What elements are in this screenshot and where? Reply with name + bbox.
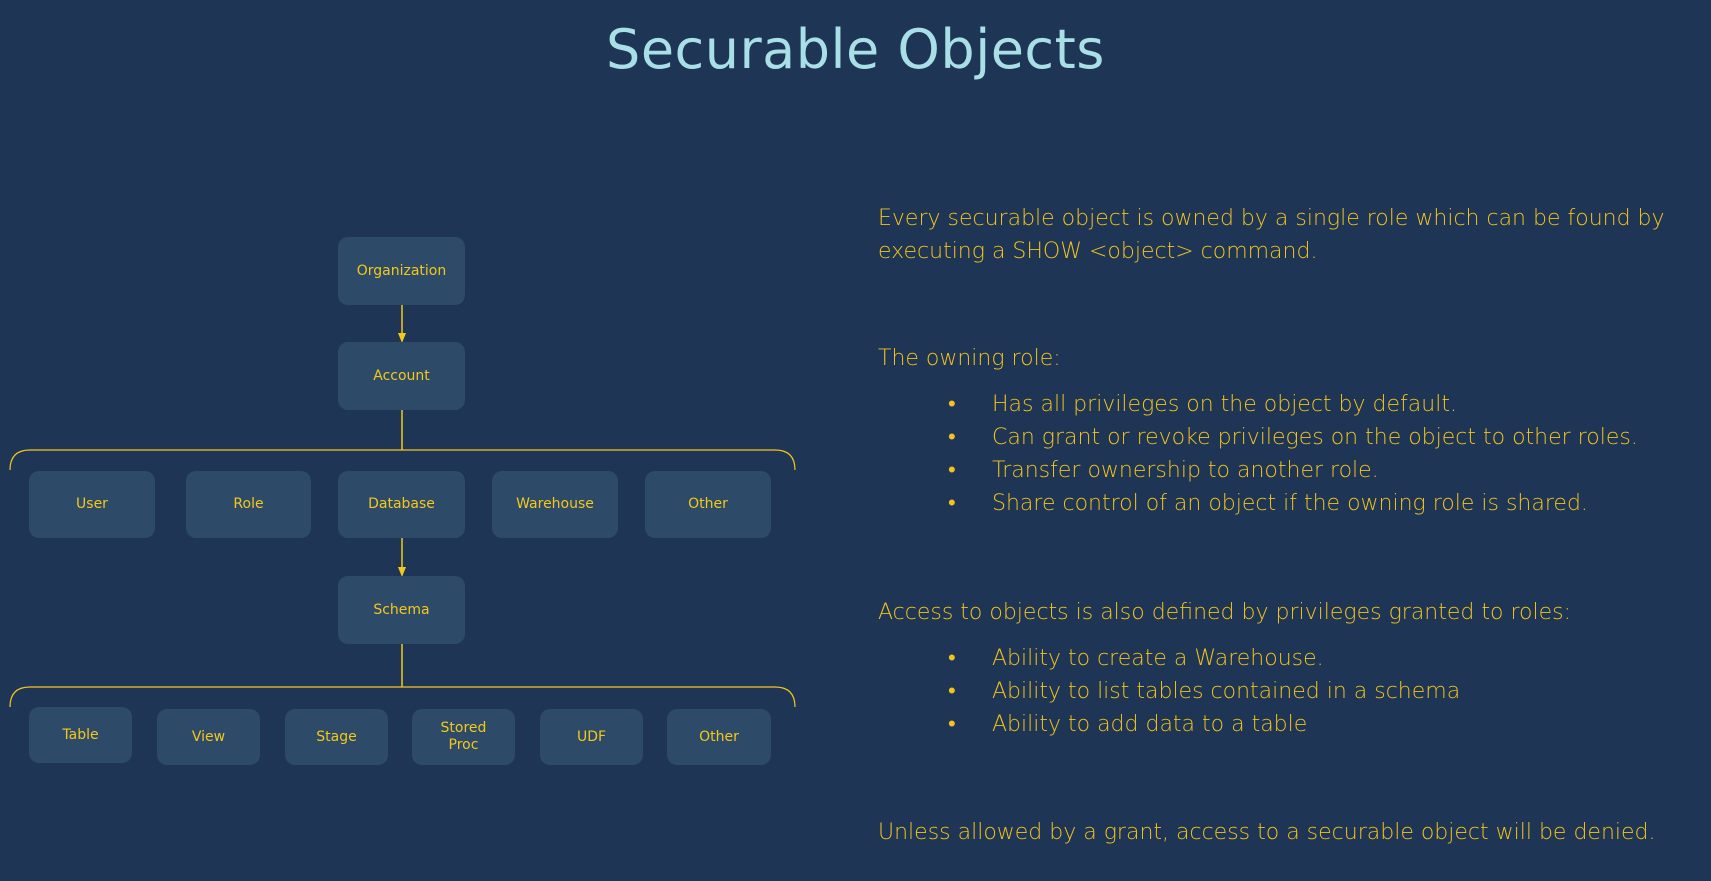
node-stored-proc: Stored Proc (412, 709, 515, 765)
node-database: Database (338, 471, 465, 538)
list-item: Share control of an object if the owning… (878, 487, 1638, 520)
list-item: Transfer ownership to another role. (878, 454, 1638, 487)
node-table: Table (29, 707, 132, 763)
owning-role-heading: The owning role: (878, 346, 1061, 371)
access-list: Ability to create a Warehouse. Ability t… (878, 642, 1460, 741)
list-item: Ability to create a Warehouse. (878, 642, 1460, 675)
description-panel: Every securable object is owned by a sin… (878, 0, 1711, 881)
node-organization: Organization (338, 237, 465, 305)
owning-role-list: Has all privileges on the object by defa… (878, 388, 1638, 520)
access-heading: Access to objects is also defined by pri… (878, 600, 1571, 625)
node-other-schema: Other (667, 709, 771, 765)
node-udf: UDF (540, 709, 643, 765)
list-item: Ability to list tables contained in a sc… (878, 675, 1460, 708)
node-other-account: Other (645, 471, 771, 538)
node-role: Role (186, 471, 311, 538)
conclusion-paragraph: Unless allowed by a grant, access to a s… (878, 820, 1656, 845)
list-item: Can grant or revoke privileges on the ob… (878, 421, 1638, 454)
account-children-bracket (9, 449, 796, 471)
schema-children-bracket (9, 686, 796, 708)
intro-paragraph: Every securable object is owned by a sin… (878, 206, 1665, 264)
list-item: Ability to add data to a table (878, 708, 1460, 741)
node-account: Account (338, 342, 465, 410)
node-schema: Schema (338, 576, 465, 644)
node-view: View (157, 709, 260, 765)
node-user: User (29, 471, 155, 538)
node-stage: Stage (285, 709, 388, 765)
list-item: Has all privileges on the object by defa… (878, 388, 1638, 421)
node-warehouse: Warehouse (492, 471, 618, 538)
